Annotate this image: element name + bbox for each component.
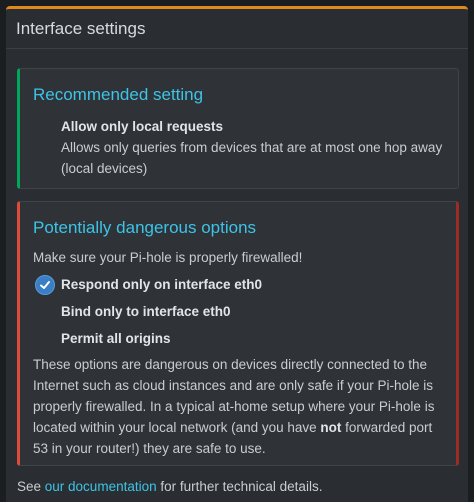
explanation-emphasis: not [320,420,342,435]
eth0-respond-label[interactable]: Respond only on interface eth0 [61,274,262,295]
local-requests-label: Allow only local requests [61,119,224,134]
local-requests-description: Allows only queries from devices that ar… [61,140,443,176]
dangerous-options-title: Potentially dangerous options [33,218,257,237]
dangerous-explanation: These options are dangerous on devices d… [33,354,443,459]
firewall-warning: Make sure your Pi-hole is properly firew… [33,250,303,265]
recommended-setting-box: Recommended setting Allow only local req… [17,68,459,189]
panel-title: Interface settings [6,9,468,49]
footer-note: See our documentation for further techni… [17,479,322,494]
local-requests-option[interactable]: Allow only local requests Allows only qu… [61,116,451,179]
checkmark-icon [40,281,50,289]
permit-all-origins-label[interactable]: Permit all origins [61,328,171,349]
eth0-respond-radio[interactable] [35,275,55,295]
footer-text-1: See [17,479,45,494]
recommended-setting-title: Recommended setting [33,85,204,104]
footer-text-2: for further technical details. [156,479,323,494]
documentation-link[interactable]: our documentation [45,479,157,494]
interface-settings-panel: Interface settings Recommended setting A… [6,6,468,502]
dangerous-options-box: Potentially dangerous options Make sure … [17,201,459,466]
eth0-bind-label[interactable]: Bind only to interface eth0 [61,301,231,322]
